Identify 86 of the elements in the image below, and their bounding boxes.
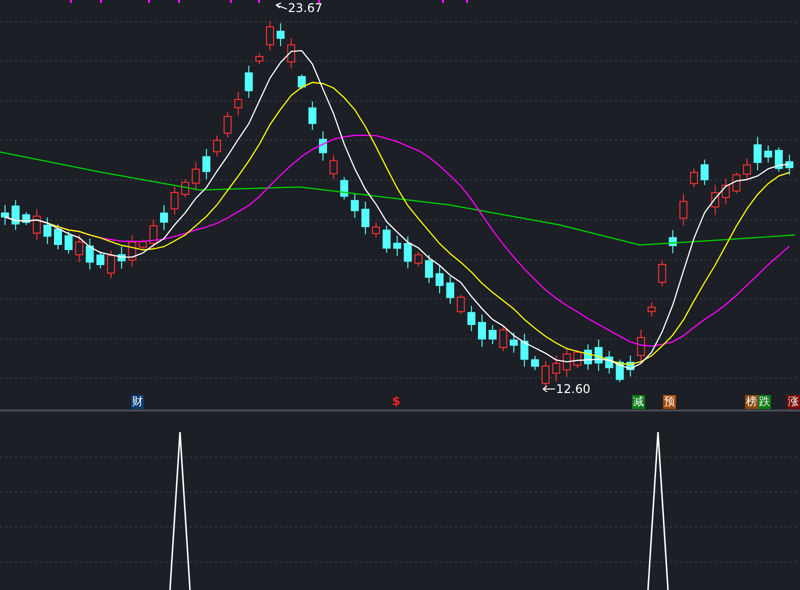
candlestick (393, 235, 402, 256)
candlestick (531, 355, 539, 371)
candlestick (170, 186, 179, 216)
candlestick (404, 236, 412, 269)
candlestick (96, 250, 104, 269)
candlestick (234, 91, 242, 116)
candlestick (266, 20, 274, 51)
candlestick (12, 200, 20, 230)
candlestick (276, 22, 285, 47)
candlestick (192, 162, 200, 191)
candlestick (149, 219, 158, 250)
candlestick (679, 194, 688, 226)
candlestick (107, 250, 115, 279)
candlestick (510, 332, 518, 354)
candlestick (754, 136, 762, 171)
event-badge[interactable]: 减 (632, 395, 645, 409)
candlestick (700, 159, 709, 186)
candlestick (690, 168, 698, 188)
candlestick (573, 349, 582, 368)
candlestick (456, 294, 465, 314)
candlestick (436, 265, 444, 294)
candlestick (542, 360, 550, 389)
candlestick (520, 333, 528, 368)
event-badge[interactable]: 涨 (787, 395, 800, 409)
leader-arrow (542, 386, 556, 392)
candlestick (732, 172, 740, 194)
candlestick (308, 100, 316, 130)
candlestick (584, 344, 592, 370)
candlestick (86, 238, 94, 270)
candlestick (64, 231, 73, 254)
candlestick (785, 154, 794, 176)
candlestick (298, 74, 306, 90)
candlestick (138, 238, 147, 250)
candlestick (287, 38, 296, 69)
candlestick (213, 135, 221, 157)
candlestick (425, 254, 433, 284)
candlestick (637, 329, 645, 364)
candlestick (594, 339, 603, 372)
candlestick (382, 225, 391, 254)
candlestick (160, 204, 168, 231)
candlestick (340, 176, 348, 200)
candlestick (488, 324, 497, 345)
candlestick (22, 212, 30, 226)
candlestick (658, 260, 666, 287)
candlestick (75, 234, 84, 263)
candlestick (319, 130, 327, 162)
candlestick (764, 145, 772, 164)
candlestick (118, 246, 126, 270)
candlestick (43, 216, 52, 245)
candlestick (1, 204, 9, 226)
event-symbol[interactable]: $ (392, 393, 400, 409)
event-badge[interactable]: 预 (663, 395, 676, 409)
price-label: 12.60 (556, 381, 590, 397)
candlestick (181, 178, 190, 198)
candlestick (244, 65, 253, 98)
candlestick (722, 178, 730, 205)
candlestick (350, 192, 359, 218)
candlestick (54, 224, 62, 250)
leader-arrow (276, 2, 288, 10)
candlestick (626, 354, 634, 378)
candlestick (224, 112, 232, 138)
candlestick (774, 146, 783, 172)
candlestick (414, 251, 422, 267)
candlestick (372, 222, 380, 238)
candlestick (478, 314, 486, 348)
price-label: 23.67 (288, 0, 322, 16)
candlestick (711, 184, 720, 216)
candlestick (499, 326, 508, 352)
candlestick (605, 350, 614, 374)
event-badge[interactable]: 榜 (745, 395, 758, 409)
candlestick (255, 52, 264, 65)
candlestick (446, 276, 454, 304)
candlestick (128, 234, 136, 268)
event-badge[interactable]: 财 (131, 395, 144, 409)
event-badge[interactable]: 跌 (758, 395, 771, 409)
candlestick (668, 230, 677, 254)
candlestick (32, 208, 41, 241)
candlestick (361, 201, 370, 235)
candlestick (330, 154, 338, 180)
candlestick (562, 346, 571, 378)
candlestick (202, 148, 210, 180)
candlestick (467, 305, 476, 332)
candlestick (743, 158, 751, 181)
candlestick (648, 302, 656, 317)
candlestick (552, 354, 560, 382)
candlestick (616, 359, 624, 383)
